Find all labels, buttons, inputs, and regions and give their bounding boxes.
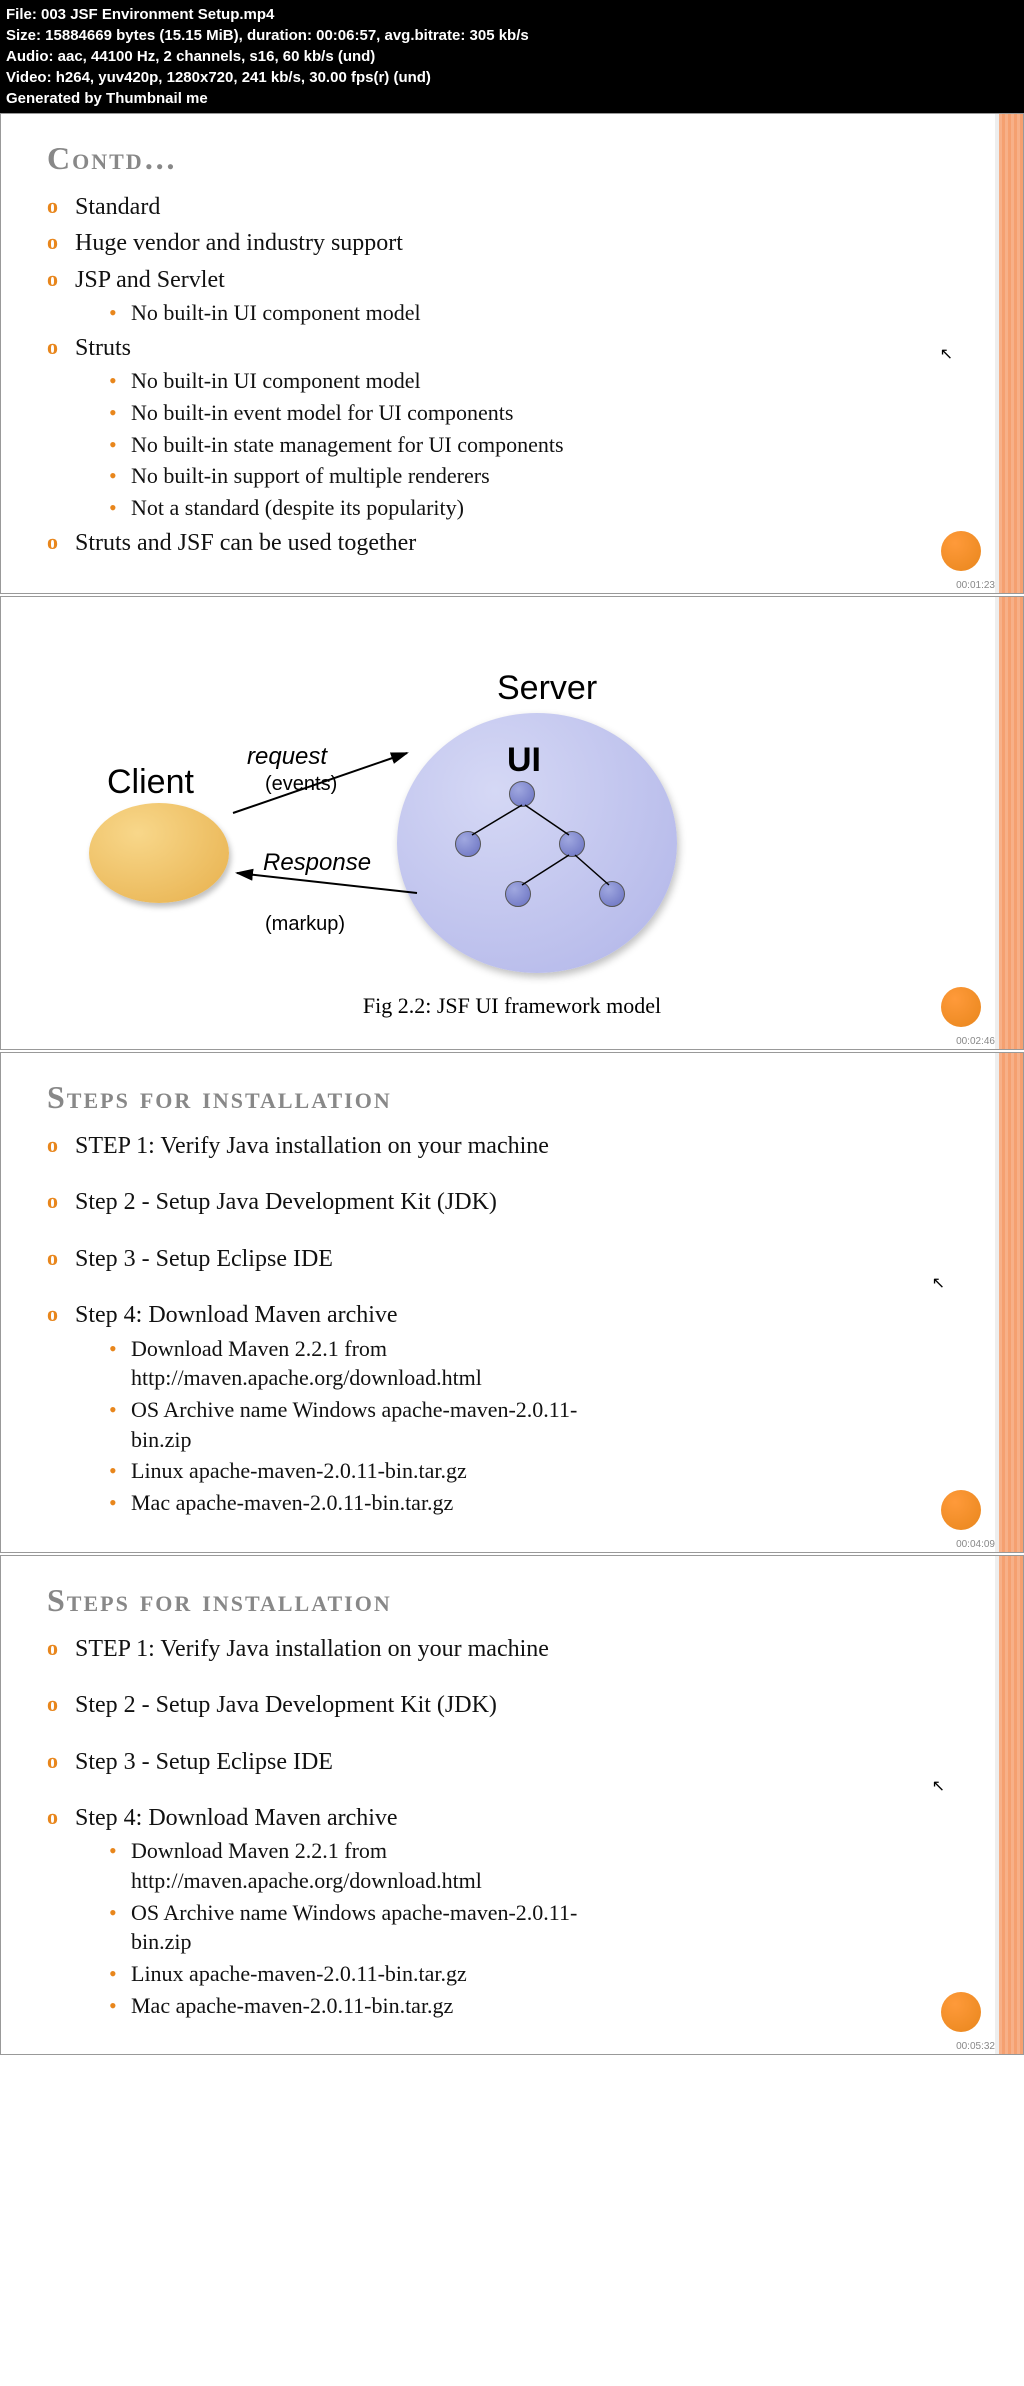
sub-item: No built-in UI component model bbox=[131, 298, 977, 328]
slide-title: Steps for installation bbox=[47, 1582, 977, 1619]
events-label: (events) bbox=[265, 773, 337, 796]
size-line: Size: 15884669 bytes (15.15 MiB), durati… bbox=[6, 25, 1018, 46]
orange-dot-icon bbox=[941, 1992, 981, 2032]
jsf-diagram: Client Server UI request (even bbox=[47, 663, 977, 983]
list-item: STEP 1: Verify Java installation on your… bbox=[75, 1633, 977, 1665]
list-item: JSP and Servlet No built-in UI component… bbox=[75, 264, 977, 328]
list-item: Struts and JSF can be used together bbox=[75, 527, 977, 559]
list-item: Step 2 - Setup Java Development Kit (JDK… bbox=[75, 1186, 977, 1218]
sub-item: Linux apache-maven-2.0.11-bin.tar.gz bbox=[131, 1959, 977, 1989]
timestamp: 00:04:09 bbox=[956, 1539, 995, 1550]
orange-dot-icon bbox=[941, 987, 981, 1027]
bullet-list: STEP 1: Verify Java installation on your… bbox=[47, 1633, 977, 2021]
generated-line: Generated by Thumbnail me bbox=[6, 88, 1018, 109]
video-metadata-header: File: 003 JSF Environment Setup.mp4 Size… bbox=[0, 0, 1024, 113]
orange-dot-icon bbox=[941, 531, 981, 571]
list-item-text: Struts bbox=[75, 335, 131, 361]
response-label: Response bbox=[263, 849, 371, 877]
sub-item: Mac apache-maven-2.0.11-bin.tar.gz bbox=[131, 1991, 977, 2021]
slide-1: Contd… Standard Huge vendor and industry… bbox=[0, 113, 1024, 594]
bullet-list: Standard Huge vendor and industry suppor… bbox=[47, 191, 977, 559]
video-line: Video: h264, yuv420p, 1280x720, 241 kb/s… bbox=[6, 67, 1018, 88]
list-item: Struts No built-in UI component model No… bbox=[75, 332, 977, 523]
figure-caption: Fig 2.2: JSF UI framework model bbox=[47, 993, 977, 1019]
slide-title: Contd… bbox=[47, 140, 977, 177]
file-line: File: 003 JSF Environment Setup.mp4 bbox=[6, 4, 1018, 25]
sub-item: Linux apache-maven-2.0.11-bin.tar.gz bbox=[131, 1456, 977, 1486]
sub-item: No built-in support of multiple renderer… bbox=[131, 461, 977, 491]
markup-label: (markup) bbox=[265, 913, 345, 936]
sub-item: Not a standard (despite its popularity) bbox=[131, 493, 977, 523]
list-item-text: Step 4: Download Maven archive bbox=[75, 1805, 398, 1831]
audio-line: Audio: aac, 44100 Hz, 2 channels, s16, 6… bbox=[6, 46, 1018, 67]
sub-item: No built-in UI component model bbox=[131, 366, 977, 396]
slide-4: Steps for installation STEP 1: Verify Ja… bbox=[0, 1555, 1024, 2056]
list-item: Step 3 - Setup Eclipse IDE bbox=[75, 1243, 977, 1275]
slide-2: Client Server UI request (even bbox=[0, 596, 1024, 1050]
list-item-text: Step 4: Download Maven archive bbox=[75, 1302, 398, 1328]
request-label: request bbox=[247, 743, 327, 771]
orange-dot-icon bbox=[941, 1490, 981, 1530]
list-item: STEP 1: Verify Java installation on your… bbox=[75, 1130, 977, 1162]
timestamp: 00:05:32 bbox=[956, 2041, 995, 2052]
bullet-list: STEP 1: Verify Java installation on your… bbox=[47, 1130, 977, 1518]
list-item: Step 3 - Setup Eclipse IDE bbox=[75, 1746, 977, 1778]
sub-item: Mac apache-maven-2.0.11-bin.tar.gz bbox=[131, 1488, 977, 1518]
cursor-icon: ↖ bbox=[932, 1776, 945, 1796]
sub-item: OS Archive name Windows apache-maven-2.0… bbox=[131, 1395, 631, 1454]
list-item: Step 4: Download Maven archive Download … bbox=[75, 1299, 977, 1518]
timestamp: 00:02:46 bbox=[956, 1036, 995, 1047]
diagram-lines bbox=[47, 663, 707, 983]
slide-title: Steps for installation bbox=[47, 1079, 977, 1116]
sub-item: Download Maven 2.2.1 from http://maven.a… bbox=[131, 1836, 631, 1895]
timestamp: 00:01:23 bbox=[956, 580, 995, 591]
cursor-icon: ↖ bbox=[932, 1273, 945, 1293]
list-item-text: JSP and Servlet bbox=[75, 267, 225, 293]
cursor-icon: ↖ bbox=[940, 344, 953, 364]
list-item: Huge vendor and industry support bbox=[75, 227, 977, 259]
list-item: Step 4: Download Maven archive Download … bbox=[75, 1802, 977, 2021]
sub-item: No built-in event model for UI component… bbox=[131, 398, 977, 428]
list-item: Step 2 - Setup Java Development Kit (JDK… bbox=[75, 1689, 977, 1721]
sub-item: Download Maven 2.2.1 from http://maven.a… bbox=[131, 1334, 631, 1393]
list-item: Standard bbox=[75, 191, 977, 223]
sub-item: OS Archive name Windows apache-maven-2.0… bbox=[131, 1898, 631, 1957]
slide-3: Steps for installation STEP 1: Verify Ja… bbox=[0, 1052, 1024, 1553]
sub-item: No built-in state management for UI comp… bbox=[131, 430, 977, 460]
